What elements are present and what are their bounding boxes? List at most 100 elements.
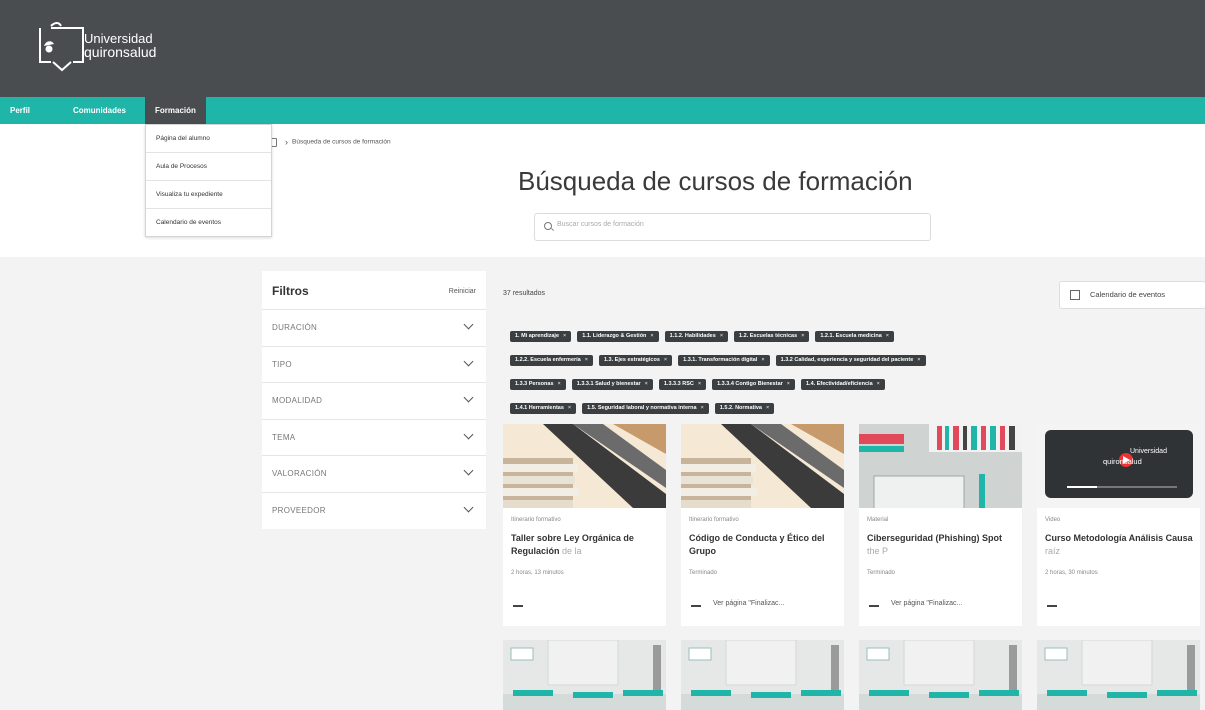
course-type: Itinerario formativo: [689, 517, 739, 523]
course-card[interactable]: [503, 640, 666, 710]
chip-label: 1.3.3.1 Salud y bienestar: [576, 381, 641, 387]
main-nav: Perfil Comunidades Formación: [0, 97, 1205, 124]
filter-chip[interactable]: 1.3.3.1 Salud y bienestar ×: [571, 379, 653, 390]
course-duration: 2 horas, 30 minutos: [1045, 570, 1098, 576]
filter-chip[interactable]: 1.2.1. Escuela medicina ×: [815, 331, 895, 342]
reset-filters-button[interactable]: Reiniciar: [449, 288, 476, 295]
filter-tipo[interactable]: TIPO: [262, 346, 486, 383]
filter-chip[interactable]: 1.2.2. Escuela enfermería ×: [510, 355, 593, 366]
filter-chip[interactable]: 1.2. Escuelas técnicas ×: [734, 331, 810, 342]
calendar-events-button[interactable]: Calendario de eventos: [1059, 281, 1205, 309]
filter-valoracion[interactable]: VALORACIÓN: [262, 455, 486, 492]
course-card[interactable]: Itinerario formativo Taller sobre Ley Or…: [503, 424, 666, 626]
close-icon[interactable]: ×: [645, 381, 648, 387]
course-card[interactable]: Material Ciberseguridad (Phishing) Spot …: [859, 424, 1022, 626]
thumbnail-brand-line2: quironsalud: [1103, 457, 1142, 466]
menu-dash-icon[interactable]: [1047, 605, 1057, 607]
close-icon[interactable]: ×: [563, 333, 566, 339]
close-icon[interactable]: ×: [585, 357, 588, 363]
filter-chip[interactable]: 1.3.2 Calidad, experiencia y seguridad d…: [775, 355, 926, 366]
university-logo[interactable]: Universidad quironsalud: [37, 22, 167, 72]
menu-item-expediente[interactable]: Visualiza tu expediente: [146, 181, 271, 209]
chip-label: 1.4.1 Herramientas: [515, 405, 564, 411]
view-finalization-link[interactable]: Ver página "Finalizac...: [891, 600, 962, 607]
logo-frame-icon: [39, 22, 84, 72]
course-title: Curso Metodología Análisis Causa raíz: [1045, 532, 1195, 558]
chip-label: 1.1. Liderazgo & Gestión: [582, 333, 647, 339]
filter-chip[interactable]: 1.3.1. Transformación digital ×: [678, 355, 770, 366]
filter-chip[interactable]: 1.3.3.3 RSC ×: [658, 379, 707, 390]
menu-item-aula-procesos[interactable]: Aula de Procesos: [146, 153, 271, 181]
menu-dash-icon[interactable]: [691, 605, 701, 607]
filter-chip[interactable]: 1. Mi aprendizaje ×: [510, 331, 572, 342]
filter-chip[interactable]: 1.3. Ejes estratégicos ×: [598, 355, 673, 366]
close-icon[interactable]: ×: [664, 357, 667, 363]
menu-item-pagina-alumno[interactable]: Página del alumno: [146, 125, 271, 153]
page-title: Búsqueda de cursos de formación: [518, 166, 913, 196]
close-icon[interactable]: ×: [698, 381, 701, 387]
filter-label: DURACIÓN: [272, 323, 318, 332]
filter-label: PROVEEDOR: [272, 506, 326, 515]
filter-chip[interactable]: 1.1. Liderazgo & Gestión ×: [577, 331, 659, 342]
course-type: Video: [1045, 517, 1061, 523]
menu-dash-icon[interactable]: [513, 605, 523, 607]
course-thumbnail: [681, 424, 844, 508]
close-icon[interactable]: ×: [877, 381, 880, 387]
filter-chip[interactable]: 1.5. Seguridad laboral y normativa inter…: [582, 403, 709, 414]
filter-duracion[interactable]: DURACIÓN: [262, 309, 486, 346]
course-card[interactable]: Itinerario formativo Código de Conducta …: [681, 424, 844, 626]
chip-label: 1.3.3.4 Contigo Bienestar: [717, 381, 783, 387]
breadcrumb-current: Búsqueda de cursos de formación: [292, 138, 391, 146]
filter-chip[interactable]: 1.3.3.4 Contigo Bienestar ×: [712, 379, 795, 390]
close-icon[interactable]: ×: [701, 405, 704, 411]
chip-label: 1.3.3 Personas: [515, 381, 554, 387]
chevron-down-icon: [463, 319, 474, 330]
nav-item-perfil[interactable]: Perfil: [10, 97, 30, 124]
filter-chip[interactable]: 1.4. Efectividad/eficiencia ×: [801, 379, 885, 390]
search-placeholder: Buscar cursos de formación: [557, 221, 644, 228]
results-count: 37 resultados: [503, 290, 546, 297]
close-icon[interactable]: ×: [766, 405, 769, 411]
filter-label: VALORACIÓN: [272, 469, 327, 478]
calendar-button-label: Calendario de eventos: [1090, 290, 1166, 299]
course-card[interactable]: Universidad quironsalud Video Curso Meto…: [1037, 424, 1200, 626]
nav-item-comunidades[interactable]: Comunidades: [73, 97, 126, 124]
chip-label: 1.2. Escuelas técnicas: [739, 333, 798, 339]
close-icon[interactable]: ×: [917, 357, 920, 363]
close-icon[interactable]: ×: [650, 333, 653, 339]
filter-proveedor[interactable]: PROVEEDOR: [262, 492, 486, 529]
course-card[interactable]: [859, 640, 1022, 710]
course-card[interactable]: [681, 640, 844, 710]
filter-tema[interactable]: TEMA: [262, 419, 486, 456]
filters-panel: Filtros Reiniciar DURACIÓN TIPO MODALIDA…: [262, 271, 486, 529]
close-icon[interactable]: ×: [761, 357, 764, 363]
close-icon[interactable]: ×: [886, 333, 889, 339]
course-thumbnail: [503, 640, 666, 710]
course-type: Itinerario formativo: [511, 517, 561, 523]
menu-dash-icon[interactable]: [869, 605, 879, 607]
thumbnail-brand-line1: Universidad: [1130, 448, 1167, 455]
search-input[interactable]: Buscar cursos de formación: [534, 213, 931, 241]
close-icon[interactable]: ×: [720, 333, 723, 339]
nav-item-formacion[interactable]: Formación: [145, 97, 206, 124]
close-icon[interactable]: ×: [568, 405, 571, 411]
course-thumbnail: Universidad quironsalud: [1037, 424, 1200, 508]
course-card[interactable]: [1037, 640, 1200, 710]
filter-chip[interactable]: 1.5.2. Normativa ×: [714, 403, 775, 414]
menu-item-calendario[interactable]: Calendario de eventos: [146, 209, 271, 236]
filter-chip[interactable]: 1.1.2. Habilidades ×: [664, 331, 729, 342]
course-title-faded: de la: [562, 546, 582, 556]
view-finalization-link[interactable]: Ver página "Finalizac...: [713, 600, 784, 607]
course-title-faded: raíz: [1045, 546, 1061, 556]
close-icon[interactable]: ×: [787, 381, 790, 387]
course-type: Material: [867, 517, 889, 523]
chip-label: 1.2.1. Escuela medicina: [820, 333, 882, 339]
close-icon[interactable]: ×: [801, 333, 804, 339]
close-icon[interactable]: ×: [558, 381, 561, 387]
chip-label: 1.3.1. Transformación digital: [683, 357, 758, 363]
filter-modalidad[interactable]: MODALIDAD: [262, 382, 486, 419]
filter-chip[interactable]: 1.4.1 Herramientas ×: [510, 403, 577, 414]
chevron-down-icon: [463, 429, 474, 440]
filter-label: MODALIDAD: [272, 396, 323, 405]
filter-chip[interactable]: 1.3.3 Personas ×: [510, 379, 566, 390]
